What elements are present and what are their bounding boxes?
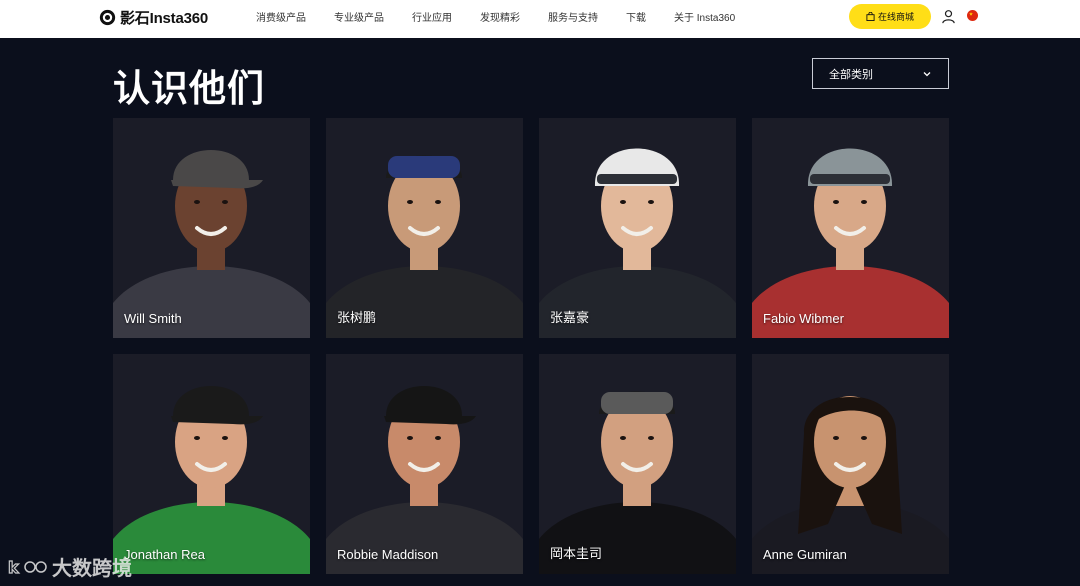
athlete-name: 张树鹏 (337, 310, 377, 325)
athlete-portrait (113, 354, 310, 574)
china-flag-icon[interactable] (967, 10, 978, 21)
athlete-portrait (326, 118, 523, 338)
insta360-logo-icon (99, 9, 116, 25)
athlete-name: 岡本圭司 (550, 546, 603, 561)
portrait-goggles (601, 392, 673, 414)
athlete-portrait (539, 354, 736, 574)
athlete-portrait (752, 118, 949, 338)
portrait-eye (407, 200, 413, 204)
brand-name: 影石Insta360 (120, 9, 209, 27)
nav-item-about[interactable]: 关于 Insta360 (674, 9, 735, 24)
online-store-button[interactable]: 在线商城 (849, 4, 931, 29)
athlete-name: Will Smith (124, 311, 182, 326)
user-account-icon[interactable] (941, 9, 956, 24)
athlete-card[interactable]: Anne Gumiran (752, 354, 949, 574)
portrait-eye (435, 200, 441, 204)
portrait-eye (407, 436, 413, 440)
athlete-card[interactable]: Robbie Maddison (326, 354, 523, 574)
athlete-card[interactable]: 张树鹏 (326, 118, 523, 338)
portrait-helmet-visor (810, 174, 890, 184)
nav-item-consumer[interactable]: 消费级产品 (256, 9, 306, 24)
portrait-eye (648, 200, 654, 204)
athlete-portrait (113, 118, 310, 338)
nav-item-download[interactable]: 下载 (626, 9, 646, 24)
page-title: 认识他们 (113, 67, 265, 110)
athlete-name: Robbie Maddison (337, 547, 439, 562)
nav-item-professional[interactable]: 专业级产品 (334, 9, 384, 24)
athlete-name: Jonathan Rea (124, 547, 205, 562)
athlete-card[interactable]: Jonathan Rea (113, 354, 310, 574)
portrait-eye (620, 200, 626, 204)
category-filter-value: 全部类别 (829, 68, 873, 81)
portrait-eye (222, 200, 228, 204)
nav-item-support[interactable]: 服务与支持 (548, 9, 598, 24)
portrait-eye (648, 436, 654, 440)
athlete-name: 张嘉豪 (550, 310, 590, 325)
chevron-down-icon (923, 71, 931, 76)
category-filter-select[interactable]: 全部类别 (812, 58, 949, 89)
portrait-eye (833, 200, 839, 204)
athlete-portrait (539, 118, 736, 338)
athlete-card[interactable]: Will Smith (113, 118, 310, 338)
top-navigation-bar: 影石Insta360 消费级产品 专业级产品 行业应用 发现精彩 服务与支持 下… (0, 0, 1080, 38)
portrait-eye (861, 436, 867, 440)
nav-item-industry[interactable]: 行业应用 (412, 9, 452, 24)
portrait-eye (833, 436, 839, 440)
portrait-helmet-visor (597, 174, 677, 184)
athlete-name: Fabio Wibmer (763, 311, 844, 326)
portrait-eye (194, 436, 200, 440)
athlete-card[interactable]: Fabio Wibmer (752, 118, 949, 338)
athlete-card[interactable]: 张嘉豪 (539, 118, 736, 338)
portrait-eye (620, 436, 626, 440)
portrait-goggles (388, 156, 460, 178)
main-nav: 消费级产品 专业级产品 行业应用 发现精彩 服务与支持 下载 关于 Insta3… (256, 0, 763, 32)
athlete-name: Anne Gumiran (763, 547, 847, 562)
nav-item-discover[interactable]: 发现精彩 (480, 9, 520, 24)
portrait-eye (435, 436, 441, 440)
portrait-eye (222, 436, 228, 440)
watermark: k 大数跨境 (8, 552, 132, 581)
portrait-eye (194, 200, 200, 204)
watermark-text: 大数跨境 (52, 556, 132, 580)
shopping-bag-icon (866, 12, 875, 21)
athlete-portrait (752, 354, 949, 574)
athlete-portrait (326, 354, 523, 574)
watermark-logo-icon: k (8, 557, 47, 577)
online-store-label: 在线商城 (877, 12, 914, 22)
portrait-eye (861, 200, 867, 204)
athlete-card[interactable]: 岡本圭司 (539, 354, 736, 574)
brand-logo[interactable]: 影石Insta360 (99, 7, 208, 27)
svg-text:k: k (8, 558, 19, 577)
